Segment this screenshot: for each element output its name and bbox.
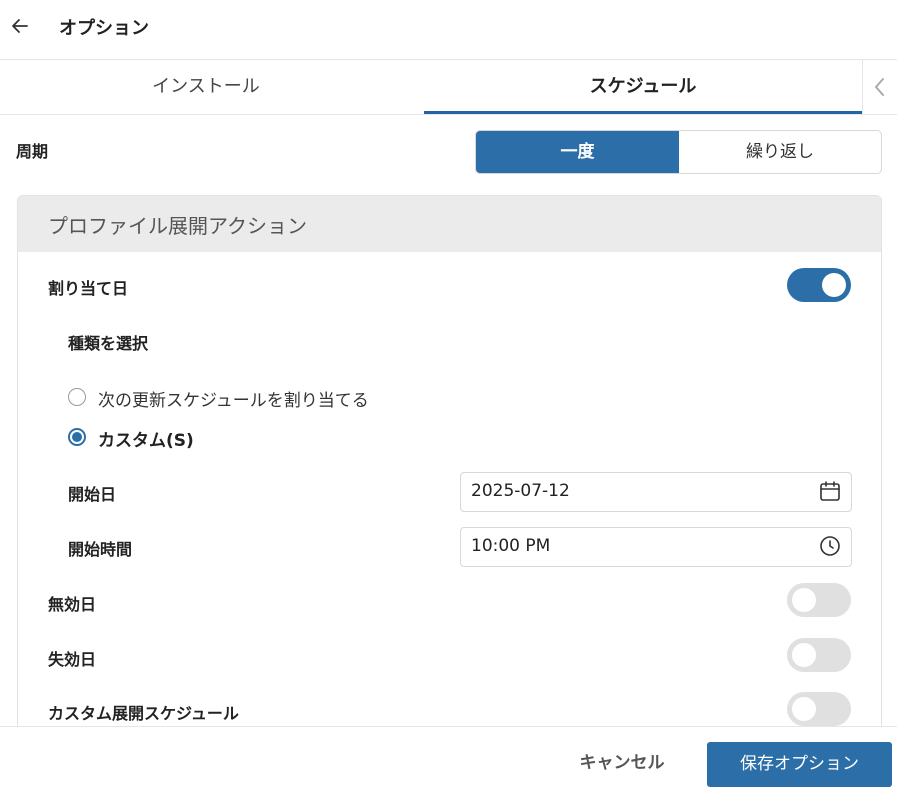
save-options-button[interactable]: 保存オプション bbox=[707, 742, 892, 787]
page-title: オプション bbox=[59, 18, 149, 39]
type-select-label: 種類を選択 bbox=[68, 334, 149, 353]
tab-install[interactable]: インストール bbox=[0, 60, 412, 114]
radio-label: 次の更新スケジュールを割り当てる bbox=[98, 391, 369, 411]
toggle-knob bbox=[792, 697, 816, 721]
footer: キャンセル 保存オプション bbox=[0, 726, 897, 796]
radio-custom[interactable]: カスタム(S) bbox=[68, 426, 228, 451]
radio-button[interactable] bbox=[68, 428, 86, 446]
cycle-repeat-button[interactable]: 繰り返し bbox=[679, 131, 881, 173]
start-time-field[interactable] bbox=[460, 527, 852, 567]
toggle-knob bbox=[792, 643, 816, 667]
custom-schedule-toggle[interactable] bbox=[787, 692, 851, 726]
radio-next-update-schedule[interactable]: 次の更新スケジュールを割り当てる bbox=[68, 386, 398, 411]
top-bar: オプション bbox=[0, 0, 897, 60]
cycle-segmented-control: 一度 繰り返し bbox=[475, 130, 882, 174]
toggle-knob bbox=[792, 588, 816, 612]
cancel-button[interactable]: キャンセル bbox=[566, 743, 678, 783]
expiry-date-label: 失効日 bbox=[48, 650, 97, 669]
cycle-once-button[interactable]: 一度 bbox=[476, 131, 679, 173]
tab-schedule-label: スケジュール bbox=[589, 76, 697, 97]
tab-bar: インストール スケジュール bbox=[0, 60, 897, 115]
invalid-date-toggle[interactable] bbox=[787, 583, 851, 617]
active-tab-indicator bbox=[424, 111, 862, 114]
cycle-label: 周期 bbox=[16, 142, 49, 161]
panel-header: プロファイル展開アクション bbox=[18, 196, 881, 252]
tab-schedule[interactable]: スケジュール bbox=[424, 60, 862, 114]
radio-label: カスタム(S) bbox=[98, 431, 194, 451]
start-date-input[interactable] bbox=[471, 473, 801, 509]
clock-icon[interactable] bbox=[819, 535, 841, 557]
arrow-left-icon[interactable] bbox=[8, 14, 32, 38]
calendar-icon[interactable] bbox=[819, 480, 841, 502]
expiry-date-toggle[interactable] bbox=[787, 638, 851, 672]
invalid-date-label: 無効日 bbox=[48, 595, 97, 614]
start-time-input[interactable] bbox=[471, 528, 801, 564]
assign-date-label: 割り当て日 bbox=[48, 279, 129, 298]
radio-button[interactable] bbox=[68, 388, 86, 406]
panel-title: プロファイル展開アクション bbox=[48, 214, 307, 238]
chevron-left-icon[interactable] bbox=[862, 60, 897, 114]
start-date-label: 開始日 bbox=[68, 485, 117, 504]
start-date-field[interactable] bbox=[460, 472, 852, 512]
start-time-label: 開始時間 bbox=[68, 540, 133, 559]
profile-deploy-action-panel: プロファイル展開アクション 割り当て日 種類を選択 次の更新スケジュールを割り当… bbox=[17, 195, 882, 757]
assign-date-toggle[interactable] bbox=[787, 268, 851, 302]
toggle-knob bbox=[822, 273, 846, 297]
custom-schedule-label: カスタム展開スケジュール bbox=[48, 704, 239, 723]
